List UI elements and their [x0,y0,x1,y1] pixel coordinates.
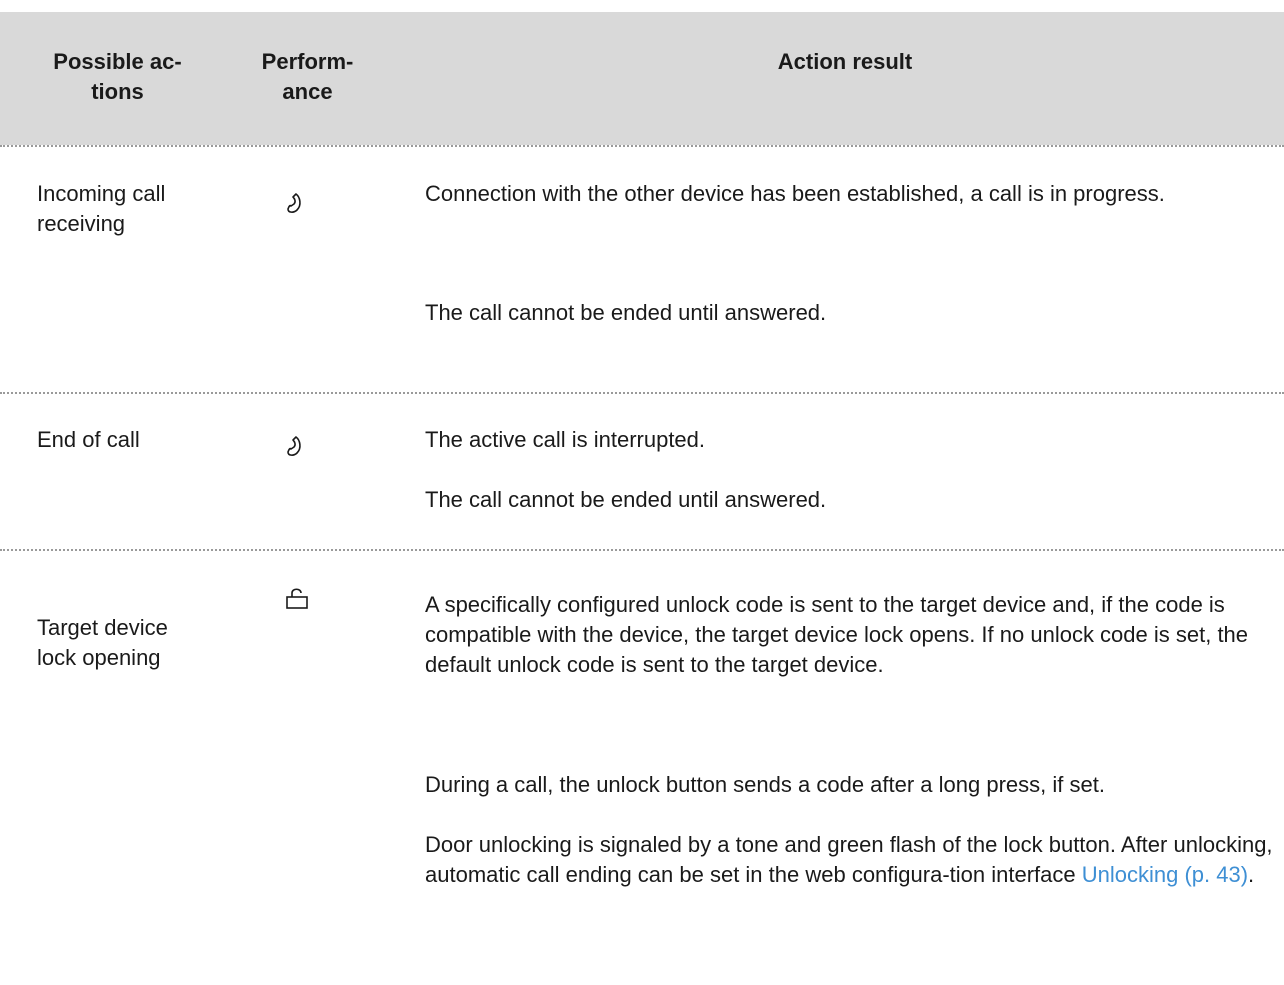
column-header-action-result: Action result [777,49,913,74]
action-incoming-call-receiving: Incoming call receiving [37,181,166,236]
result-door-unlocking-signal: Door unlocking is signaled by a tone and… [425,830,1284,890]
row-separator [0,392,1284,394]
column-header-possible-actions: Possible ac- tions [53,49,182,104]
result-call-established: Connection with the other device has bee… [425,181,1165,206]
result-cannot-end-until-answered: The call cannot be ended until answered. [425,300,827,325]
row-separator [0,549,1284,551]
action-end-of-call: End of call [37,427,140,452]
action-target-device-lock-opening: Target device lock opening [37,615,168,670]
result-cannot-end-until-answered: The call cannot be ended until answered. [425,487,827,512]
result-call-interrupted: The active call is interrupted. [425,427,706,452]
column-header-performance: Perform- ance [261,49,354,104]
result-door-unlocking-end: . [1248,862,1255,887]
handset-icon [287,436,301,456]
unlocking-link[interactable]: Unlocking (p. 43) [1082,862,1248,887]
result-unlock-during-call: During a call, the unlock button sends a… [425,772,1105,797]
handset-icon [287,193,301,213]
lock-icon [286,588,308,609]
row-separator [0,145,1284,147]
result-unlock-code-sent: A specifically configured unlock code is… [425,592,1249,677]
